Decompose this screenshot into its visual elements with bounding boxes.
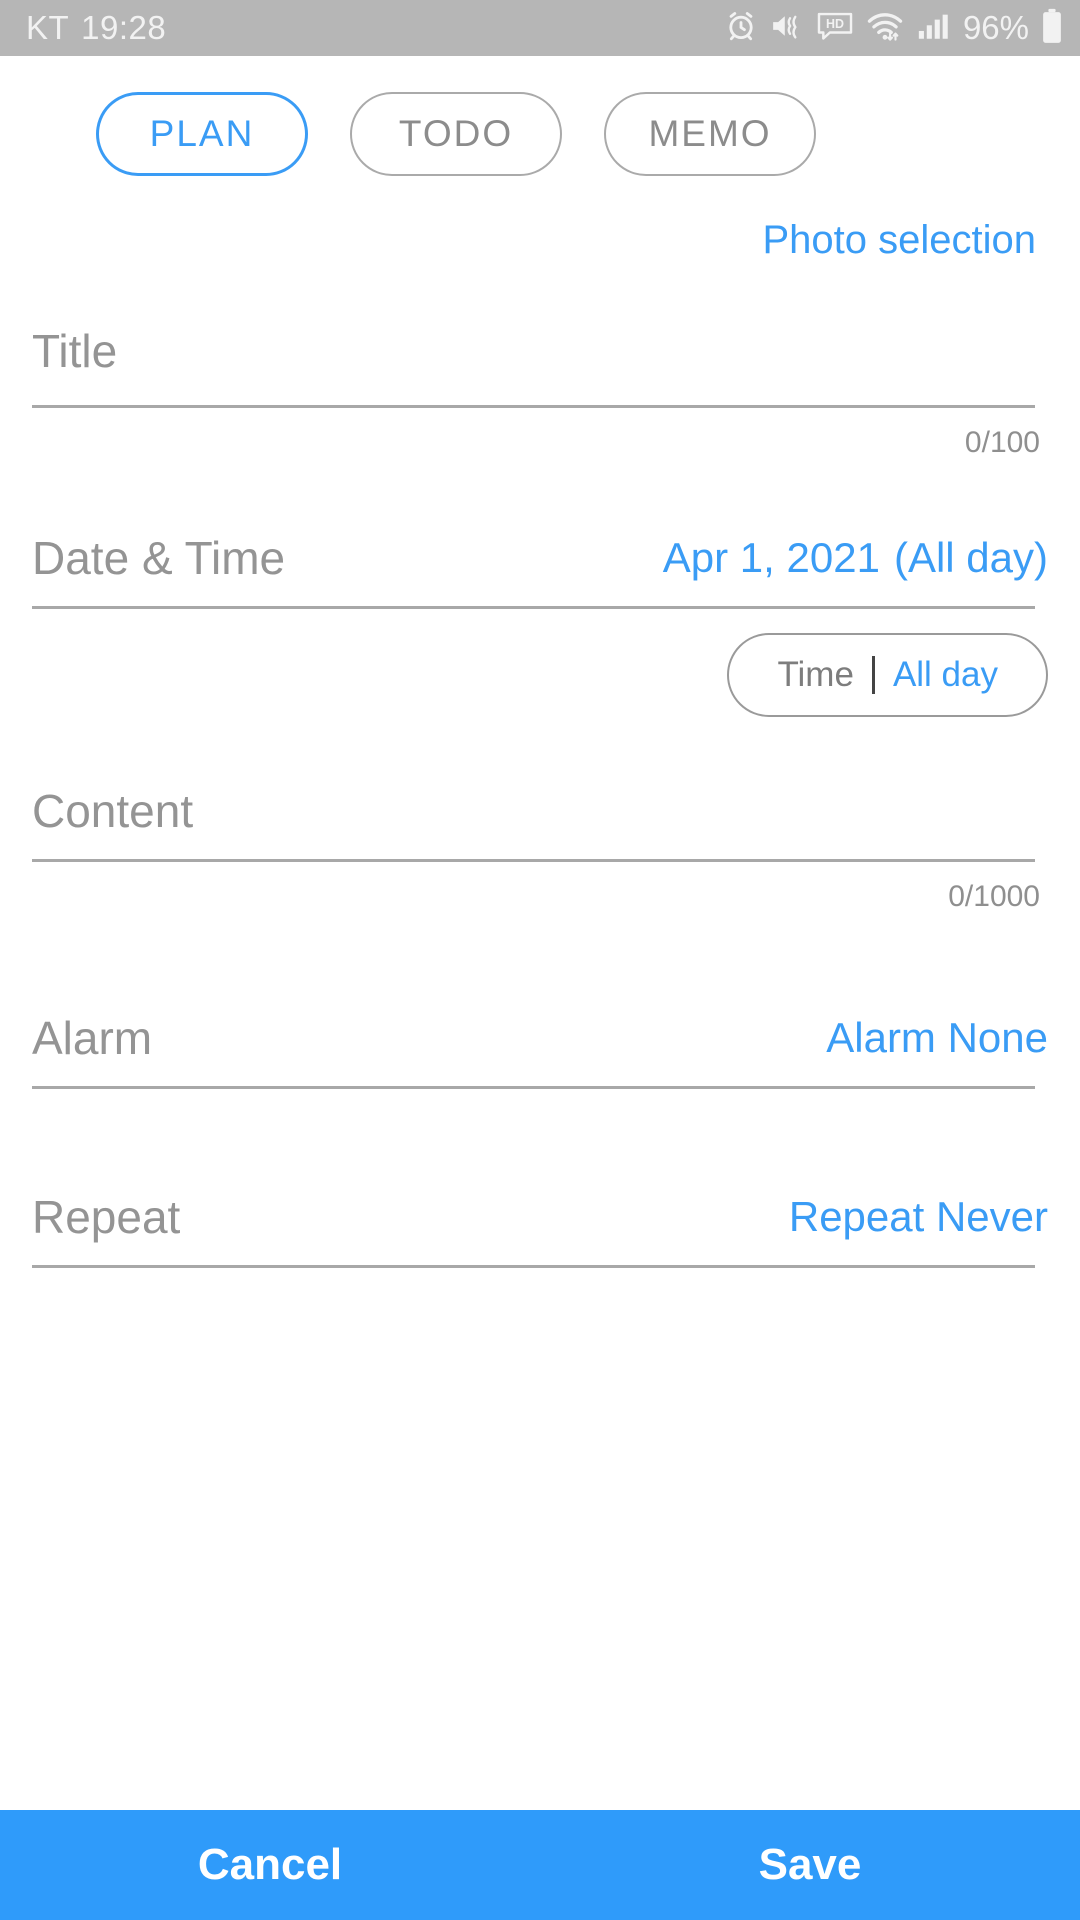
repeat-value[interactable]: Repeat Never <box>789 1193 1048 1241</box>
time-allday-toggle-row: Time All day <box>0 609 1080 717</box>
alarm-label: Alarm <box>32 1012 153 1064</box>
cancel-button[interactable]: Cancel <box>0 1840 540 1890</box>
photo-selection-button[interactable]: Photo selection <box>762 218 1036 263</box>
battery-icon <box>1040 8 1064 49</box>
tab-memo-label: MEMO <box>648 113 772 154</box>
status-bar-clock: 19:28 <box>81 9 167 46</box>
title-counter-row: 0/100 <box>32 408 1048 460</box>
content-counter-row: 0/1000 <box>32 862 1048 914</box>
title-char-counter: 0/100 <box>964 426 1040 459</box>
datetime-row[interactable]: Date & Time Apr 1, 2021 (All day) <box>32 510 1048 606</box>
repeat-row[interactable]: Repeat Repeat Never <box>32 1169 1048 1265</box>
toggle-option-time[interactable]: Time <box>759 655 871 695</box>
content-char-counter: 0/1000 <box>948 880 1040 913</box>
content-input-row[interactable]: Content <box>32 763 1048 859</box>
mute-vibrate-icon <box>769 9 805 48</box>
form-content: Photo selection Title 0/100 Date & Time … <box>0 176 1080 1810</box>
alarm-row[interactable]: Alarm Alarm None <box>32 990 1048 1086</box>
tab-plan-label: PLAN <box>149 113 255 154</box>
time-allday-toggle[interactable]: Time All day <box>727 633 1048 717</box>
datetime-allday-value: (All day) <box>893 534 1048 581</box>
datetime-value[interactable]: Apr 1, 2021 (All day) <box>663 534 1048 582</box>
hd-voice-icon: HD <box>816 9 854 48</box>
tab-memo[interactable]: MEMO <box>604 92 816 176</box>
datetime-date-value: Apr 1, 2021 <box>662 534 880 581</box>
alarm-value[interactable]: Alarm None <box>826 1014 1048 1062</box>
tab-todo-label: TODO <box>398 113 514 154</box>
alarm-field-block: Alarm Alarm None <box>0 990 1080 1089</box>
title-field-block: Title 0/100 <box>0 297 1080 460</box>
status-bar-right: HD 96% <box>724 8 1064 49</box>
svg-text:HD: HD <box>826 17 844 31</box>
datetime-field-block: Date & Time Apr 1, 2021 (All day) <box>0 510 1080 609</box>
bottom-action-bar: Cancel Save <box>0 1810 1080 1920</box>
repeat-label: Repeat <box>32 1191 181 1243</box>
cellular-signal-icon <box>916 9 950 48</box>
alarm-clock-icon <box>724 9 758 48</box>
status-bar-left: KT 19:28 <box>26 9 166 47</box>
toggle-option-allday[interactable]: All day <box>875 655 1016 695</box>
status-bar: KT 19:28 HD 96% <box>0 0 1080 56</box>
photo-selection-row: Photo selection <box>0 176 1080 263</box>
alarm-divider <box>32 1086 1035 1089</box>
datetime-label: Date & Time <box>32 532 286 584</box>
carrier-name: KT <box>26 9 70 46</box>
save-button[interactable]: Save <box>540 1840 1080 1890</box>
tab-plan[interactable]: PLAN <box>96 92 308 176</box>
wifi-icon <box>865 9 905 48</box>
app-screen: KT 19:28 HD 96% PLAN TODO MEMO Photo sel… <box>0 0 1080 1920</box>
title-input-row[interactable]: Title <box>32 297 1048 405</box>
content-input[interactable]: Content <box>32 784 193 838</box>
tab-todo[interactable]: TODO <box>350 92 562 176</box>
title-input[interactable]: Title <box>32 324 117 378</box>
mode-tabs: PLAN TODO MEMO <box>0 56 1080 176</box>
battery-percentage: 96% <box>962 9 1029 46</box>
content-field-block: Content 0/1000 <box>0 763 1080 914</box>
repeat-field-block: Repeat Repeat Never <box>0 1169 1080 1268</box>
repeat-divider <box>32 1265 1035 1268</box>
